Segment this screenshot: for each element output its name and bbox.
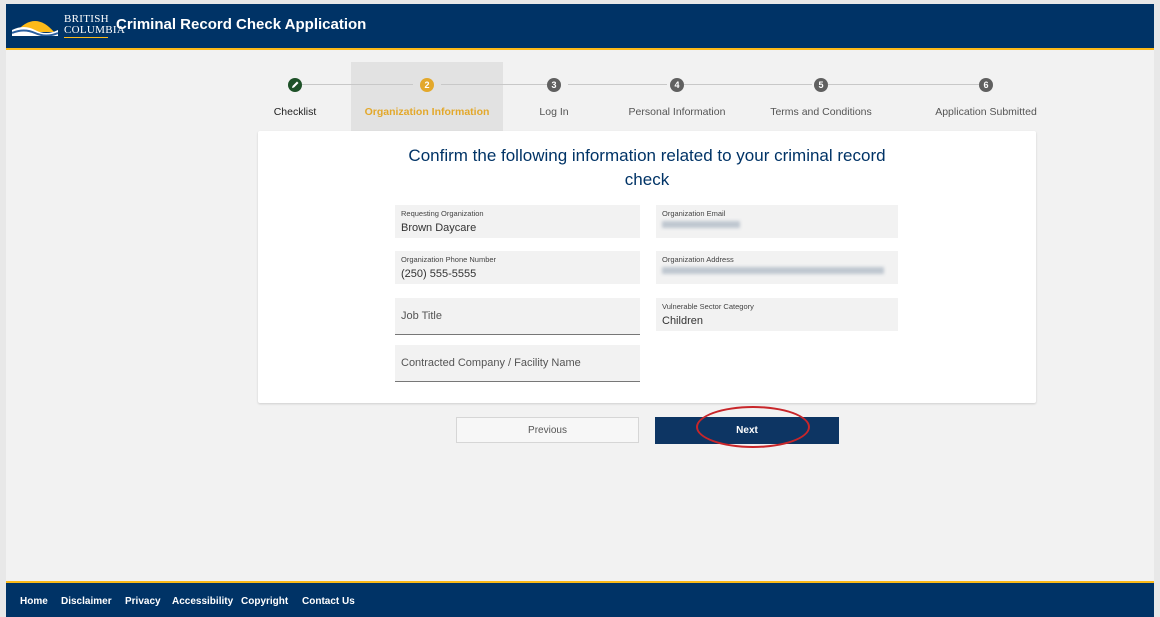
organization-email-field: Organization Email — [656, 205, 898, 238]
step-checklist[interactable]: Checklist — [261, 62, 341, 132]
field-label: Organization Email — [662, 209, 726, 218]
footer-link-home[interactable]: Home — [20, 596, 48, 607]
app-header: BRITISH COLUMBIA Criminal Record Check A… — [6, 4, 1154, 50]
bc-logo[interactable]: BRITISH COLUMBIA — [12, 10, 126, 42]
field-value: Children — [662, 315, 703, 327]
browser-viewport: BRITISH COLUMBIA Criminal Record Check A… — [6, 4, 1154, 617]
footer-link-contact-us[interactable]: Contact Us — [302, 596, 355, 607]
field-label: Organization Phone Number — [401, 255, 497, 264]
field-value: Brown Daycare — [401, 222, 477, 234]
site-footer: Home Disclaimer Privacy Accessibility Co… — [6, 581, 1154, 617]
step-number: 6 — [979, 78, 993, 92]
step-label: Checklist — [273, 106, 317, 118]
step-personal-information[interactable]: 4 Personal Information — [621, 62, 731, 132]
bc-sun-icon — [12, 21, 58, 36]
step-label: Personal Information — [628, 106, 726, 118]
next-button[interactable]: Next — [655, 417, 839, 444]
step-terms-and-conditions[interactable]: 5 Terms and Conditions — [766, 62, 876, 132]
progress-stepper: Checklist 2 Organization Information 3 L… — [261, 62, 1041, 132]
organization-phone-field: Organization Phone Number (250) 555-5555 — [395, 251, 640, 284]
footer-link-accessibility[interactable]: Accessibility — [172, 596, 233, 607]
pencil-icon — [288, 78, 302, 92]
redacted-address — [662, 267, 884, 274]
step-number: 2 — [420, 78, 434, 92]
step-number: 3 — [547, 78, 561, 92]
step-label: Organization Information — [364, 106, 490, 118]
job-title-placeholder: Job Title — [401, 310, 442, 322]
field-value: (250) 555-5555 — [401, 268, 477, 280]
card-title-line-2: check — [624, 170, 670, 189]
logo-underline — [64, 37, 108, 38]
field-label: Organization Address — [662, 255, 734, 264]
previous-button[interactable]: Previous — [456, 417, 639, 443]
vulnerable-sector-field: Vulnerable Sector Category Children — [656, 298, 898, 331]
field-label: Requesting Organization — [401, 209, 484, 218]
step-application-submitted[interactable]: 6 Application Submitted — [921, 62, 1041, 132]
step-log-in[interactable]: 3 Log In — [521, 62, 601, 132]
step-label: Log In — [539, 106, 569, 118]
contracted-company-input[interactable]: Contracted Company / Facility Name — [395, 345, 640, 382]
footer-link-copyright[interactable]: Copyright — [241, 596, 288, 607]
field-label: Vulnerable Sector Category — [662, 302, 754, 311]
job-title-input[interactable]: Job Title — [395, 298, 640, 335]
card-title: Confirm the following information relate… — [258, 144, 1036, 192]
card-title-line-1: Confirm the following information relate… — [408, 146, 886, 165]
step-number: 4 — [670, 78, 684, 92]
contracted-company-placeholder: Contracted Company / Facility Name — [401, 357, 581, 369]
step-organization-information[interactable]: 2 Organization Information — [351, 62, 503, 132]
step-label: Terms and Conditions — [770, 106, 872, 118]
footer-link-privacy[interactable]: Privacy — [125, 596, 161, 607]
requesting-organization-field: Requesting Organization Brown Daycare — [395, 205, 640, 238]
step-number: 5 — [814, 78, 828, 92]
footer-link-disclaimer[interactable]: Disclaimer — [61, 596, 112, 607]
organization-info-card: Confirm the following information relate… — [258, 131, 1036, 403]
app-title: Criminal Record Check Application — [116, 16, 367, 33]
organization-address-field: Organization Address — [656, 251, 898, 284]
redacted-email — [662, 221, 740, 228]
step-label: Application Submitted — [935, 106, 1037, 118]
